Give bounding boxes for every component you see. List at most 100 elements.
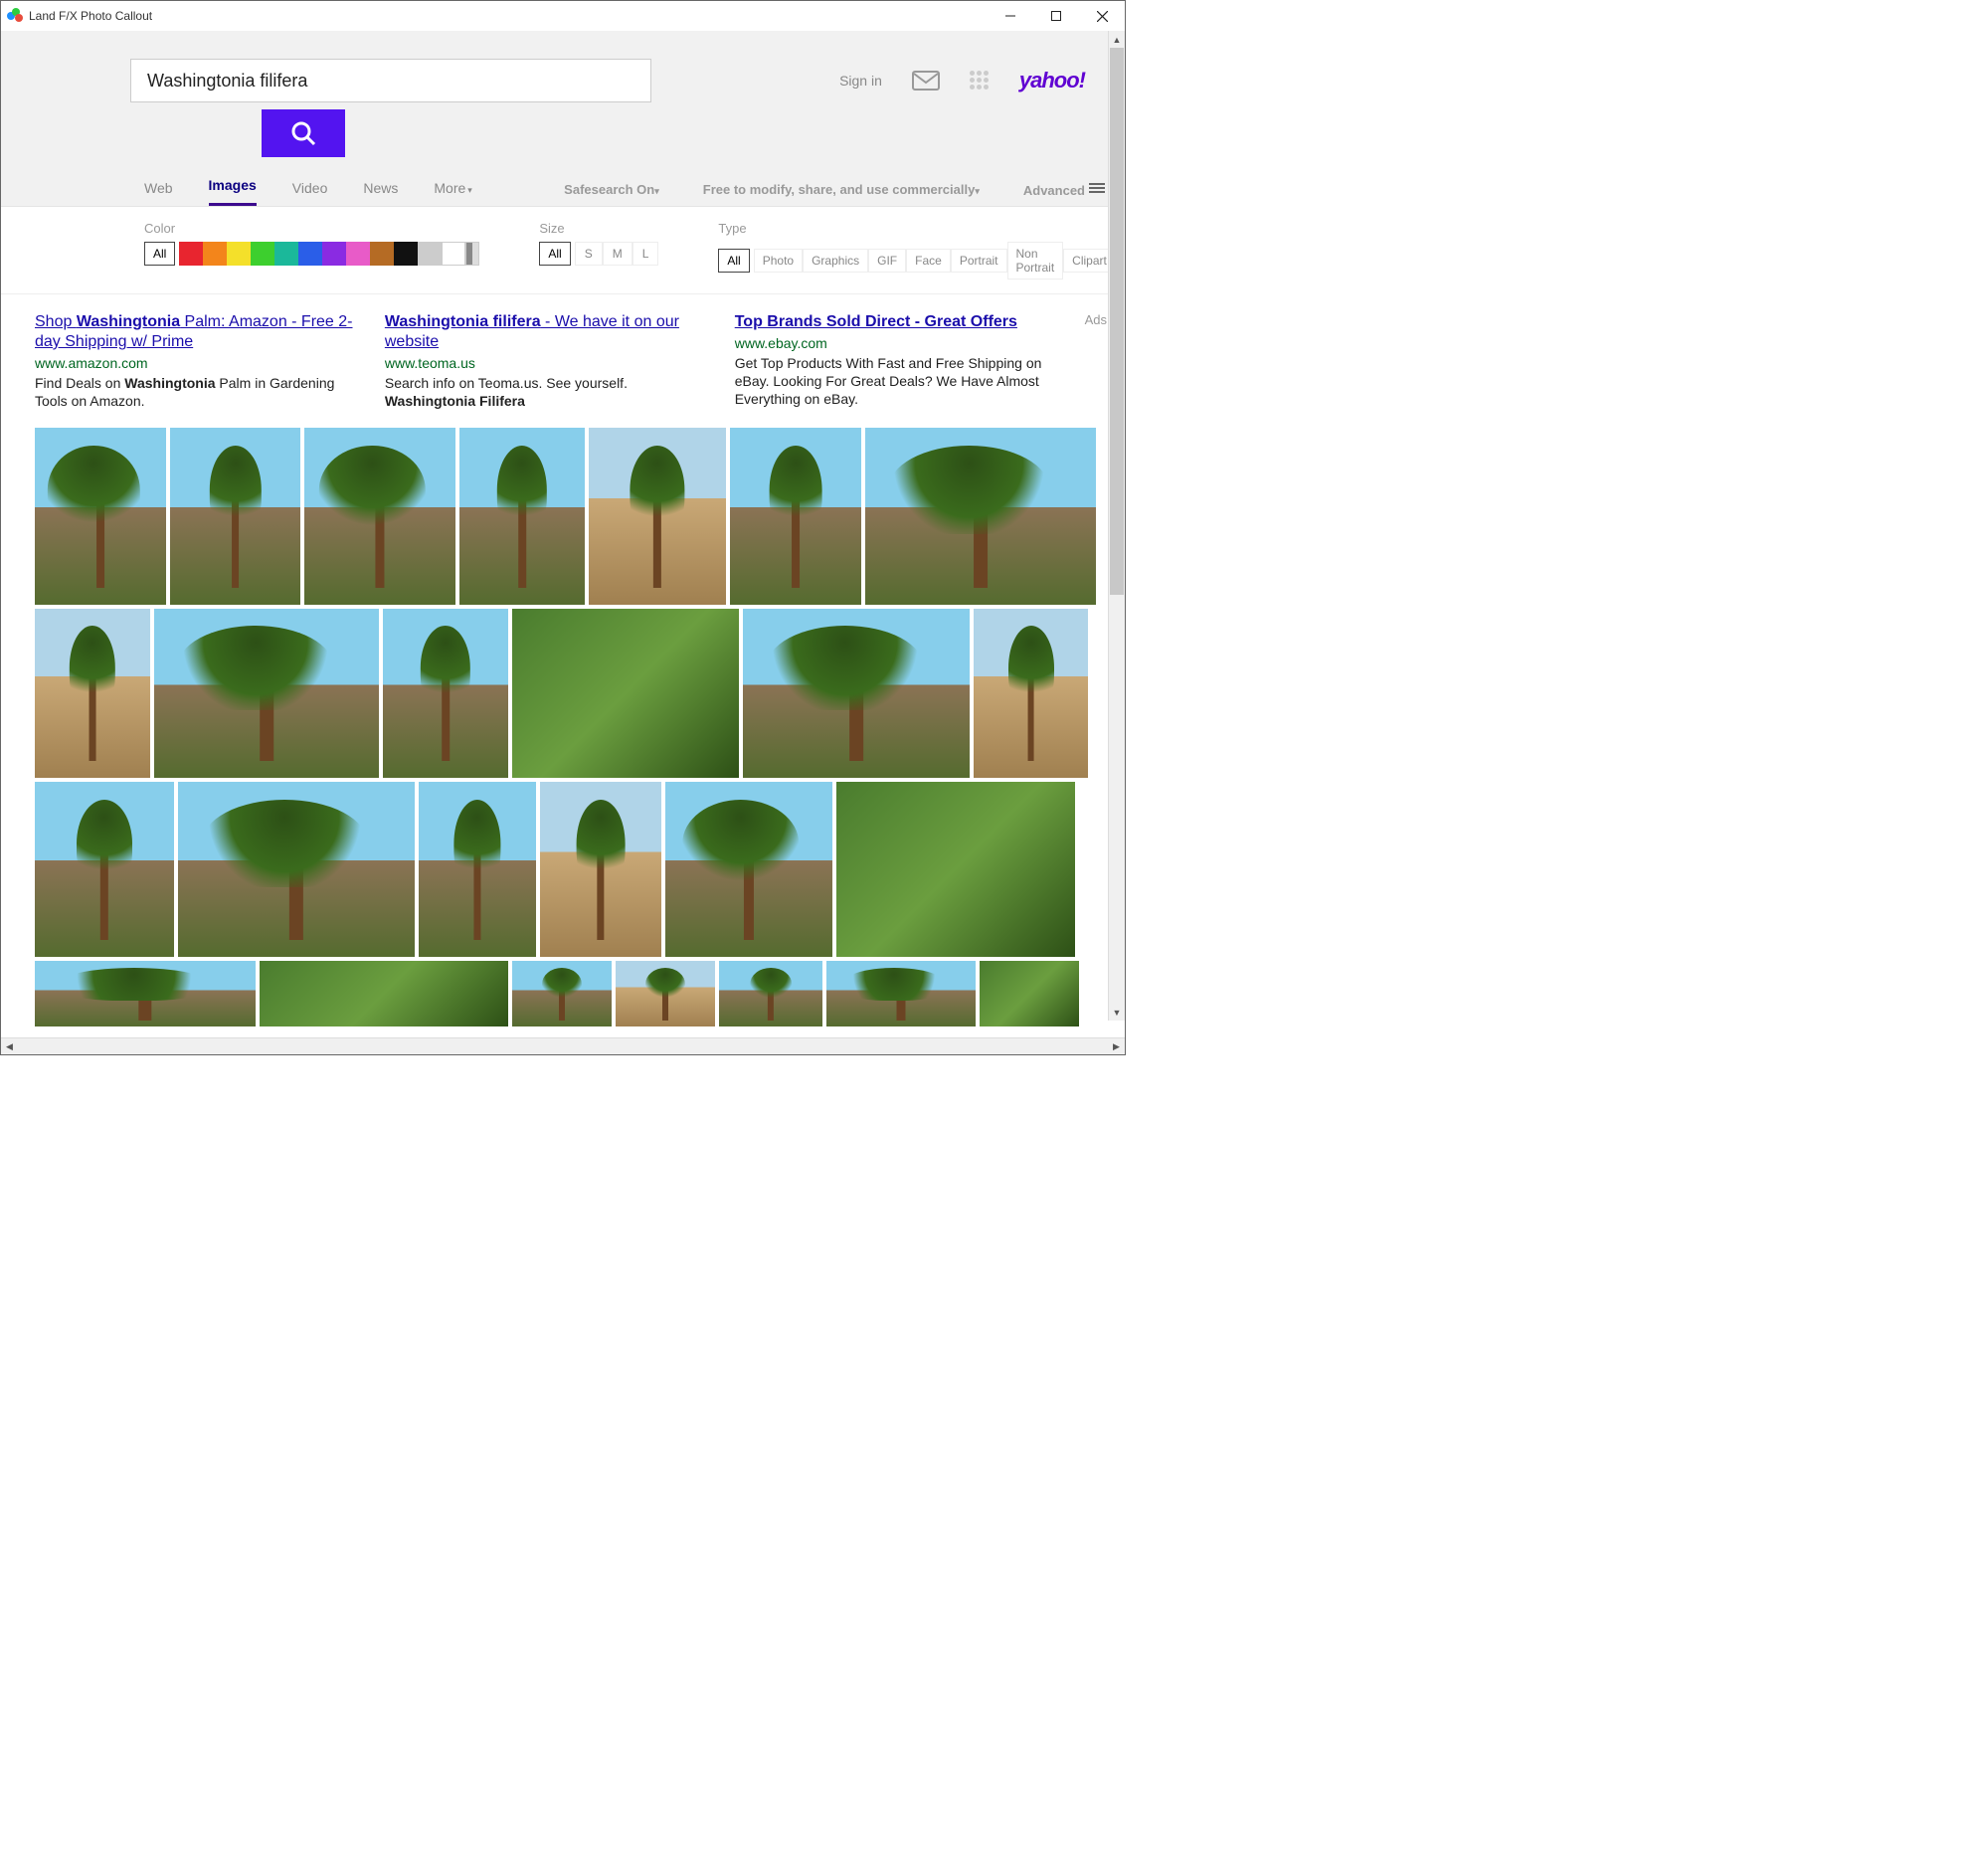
image-result-thumb[interactable] [304, 428, 455, 605]
apps-grid-icon[interactable] [970, 71, 990, 91]
mail-icon[interactable] [912, 71, 940, 91]
titlebar: Land F/X Photo Callout [1, 1, 1125, 31]
chevron-down-icon: ▾ [654, 186, 659, 196]
image-result-thumb[interactable] [260, 961, 508, 1026]
tab-video[interactable]: Video [292, 180, 328, 206]
image-result-thumb[interactable] [178, 782, 415, 957]
image-result-thumb[interactable] [383, 609, 508, 778]
image-result-thumb[interactable] [512, 609, 739, 778]
image-result-thumb[interactable] [170, 428, 300, 605]
image-result-thumb[interactable] [743, 609, 970, 778]
vertical-scrollbar[interactable]: ▲ ▼ [1108, 31, 1125, 1021]
image-result-thumb[interactable] [865, 428, 1096, 605]
color-swatch[interactable] [442, 242, 465, 266]
color-swatch[interactable] [322, 242, 346, 266]
close-button[interactable] [1079, 1, 1125, 31]
image-result-thumb[interactable] [980, 961, 1079, 1026]
minimize-button[interactable] [988, 1, 1033, 31]
ads-label: Ads [1085, 312, 1107, 327]
page-body: Sign in yahoo! Web Images Video New [1, 31, 1125, 1037]
ad-domain: www.ebay.com [735, 335, 1063, 351]
window-title: Land F/X Photo Callout [29, 9, 152, 23]
image-result-thumb[interactable] [836, 782, 1075, 957]
image-result-thumb[interactable] [419, 782, 536, 957]
color-swatch[interactable] [298, 242, 322, 266]
color-swatch[interactable] [179, 242, 203, 266]
type-filter: Type All PhotoGraphicsGIFFacePortraitNon… [718, 221, 1125, 280]
tab-news[interactable]: News [363, 180, 398, 206]
color-swatch[interactable] [274, 242, 298, 266]
image-result-thumb[interactable] [826, 961, 976, 1026]
sign-in-link[interactable]: Sign in [839, 73, 882, 89]
tab-more[interactable]: More▾ [434, 180, 471, 206]
scroll-down-arrow[interactable]: ▼ [1109, 1004, 1125, 1021]
image-result-thumb[interactable] [730, 428, 861, 605]
maximize-button[interactable] [1033, 1, 1079, 31]
tab-web[interactable]: Web [144, 180, 173, 206]
size-option[interactable]: L [633, 242, 659, 266]
color-swatch[interactable] [251, 242, 274, 266]
hamburger-icon [1089, 181, 1105, 195]
image-result-thumb[interactable] [35, 961, 256, 1026]
scroll-up-arrow[interactable]: ▲ [1109, 31, 1125, 48]
chevron-down-icon: ▾ [975, 186, 980, 196]
image-result-thumb[interactable] [616, 961, 715, 1026]
color-swatch[interactable] [227, 242, 251, 266]
scroll-left-arrow[interactable]: ◀ [1, 1038, 18, 1054]
yahoo-logo[interactable]: yahoo! [1019, 68, 1085, 93]
image-result-thumb[interactable] [719, 961, 822, 1026]
color-swatch[interactable] [203, 242, 227, 266]
image-result-thumb[interactable] [512, 961, 612, 1026]
search-box[interactable] [130, 59, 651, 102]
color-swatch[interactable] [465, 242, 479, 266]
size-option[interactable]: S [575, 242, 603, 266]
type-option[interactable]: Graphics [803, 249, 868, 273]
horizontal-scrollbar[interactable]: ◀ ▶ [1, 1037, 1125, 1054]
size-all-button[interactable]: All [539, 242, 570, 266]
image-result-thumb[interactable] [35, 782, 174, 957]
color-swatch[interactable] [346, 242, 370, 266]
image-result-thumb[interactable] [35, 609, 150, 778]
image-result-thumb[interactable] [589, 428, 726, 605]
ad-title-link[interactable]: Washingtonia filifera - We have it on ou… [385, 313, 679, 350]
scroll-thumb[interactable] [1110, 48, 1124, 595]
image-result-thumb[interactable] [974, 609, 1088, 778]
chevron-down-icon: ▾ [467, 185, 472, 195]
type-option[interactable]: GIF [868, 249, 906, 273]
ad-block: Washingtonia filifera - We have it on ou… [385, 312, 713, 410]
type-option[interactable]: Portrait [951, 249, 1007, 273]
type-label: Type [718, 221, 1125, 236]
image-result-thumb[interactable] [154, 609, 379, 778]
image-result-thumb[interactable] [665, 782, 832, 957]
search-button[interactable] [262, 109, 345, 157]
ad-description: Find Deals on Washingtonia Palm in Garde… [35, 374, 363, 410]
safesearch-toggle[interactable]: Safesearch On▾ [564, 182, 659, 197]
type-option[interactable]: Non Portrait [1007, 242, 1064, 280]
scroll-right-arrow[interactable]: ▶ [1108, 1038, 1125, 1054]
image-result-thumb[interactable] [540, 782, 661, 957]
type-option[interactable]: Face [906, 249, 951, 273]
search-input[interactable] [145, 70, 636, 93]
size-filter: Size All SML [539, 221, 658, 280]
ad-block: Top Brands Sold Direct - Great Offers www… [735, 312, 1063, 410]
color-filter: Color All [144, 221, 479, 280]
ad-title-link[interactable]: Shop Washingtonia Palm: Amazon - Free 2-… [35, 313, 353, 350]
license-filter[interactable]: Free to modify, share, and use commercia… [703, 182, 980, 197]
color-swatch[interactable] [418, 242, 442, 266]
type-all-button[interactable]: All [718, 249, 749, 273]
type-option[interactable]: Photo [754, 249, 803, 273]
size-option[interactable]: M [603, 242, 633, 266]
color-label: Color [144, 221, 479, 236]
advanced-link[interactable]: Advanced [1023, 181, 1105, 198]
color-all-button[interactable]: All [144, 242, 175, 266]
color-swatch[interactable] [370, 242, 394, 266]
ad-title-link[interactable]: Top Brands Sold Direct - Great Offers [735, 313, 1017, 330]
color-swatch[interactable] [394, 242, 418, 266]
app-icon [7, 8, 23, 24]
ad-domain: www.teoma.us [385, 355, 713, 371]
image-result-thumb[interactable] [35, 428, 166, 605]
tab-images[interactable]: Images [209, 177, 257, 206]
image-result-thumb[interactable] [459, 428, 585, 605]
ad-block: Shop Washingtonia Palm: Amazon - Free 2-… [35, 312, 363, 410]
size-label: Size [539, 221, 658, 236]
